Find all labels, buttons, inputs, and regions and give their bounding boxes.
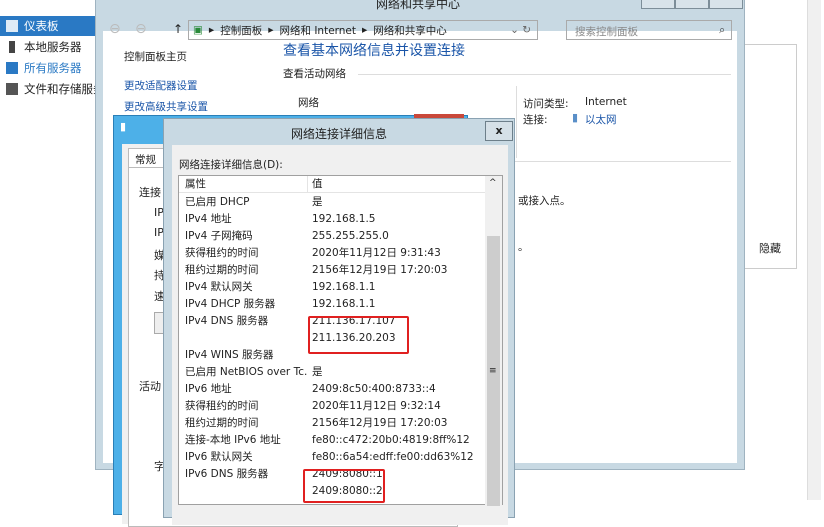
divider bbox=[516, 86, 517, 158]
value-cell: 255.255.255.0 bbox=[312, 230, 389, 242]
servers-icon bbox=[6, 62, 18, 74]
connection-label: 连接: bbox=[523, 114, 548, 126]
property-cell: 获得租约的时间 bbox=[185, 400, 259, 412]
scroll-up-icon[interactable]: ^ bbox=[489, 178, 497, 188]
nav-home[interactable]: 控制面板主页 bbox=[124, 49, 187, 64]
page-heading: 查看基本网络信息并设置连接 bbox=[283, 43, 465, 59]
breadcrumb-item[interactable]: 控制面板 bbox=[220, 23, 262, 38]
property-cell: 租约过期的时间 bbox=[185, 417, 259, 429]
sidebar-item-all-servers[interactable]: 所有服务器 bbox=[0, 58, 95, 78]
value-cell: fe80::c472:20b0:4819:8ff%12 bbox=[312, 434, 470, 446]
column-header-property[interactable]: 属性 bbox=[185, 176, 206, 193]
access-type-label: 访问类型: bbox=[523, 98, 569, 110]
list-row[interactable]: 已启用 NetBIOS over Tc... 是 bbox=[185, 364, 485, 381]
section-connection: 连接 bbox=[139, 186, 161, 199]
value-cell: fe80::6a54:edff:fe00:dd63%12 bbox=[312, 451, 474, 463]
minimize-button[interactable] bbox=[641, 0, 675, 9]
list-row[interactable]: 连接-本地 IPv6 地址 fe80::c472:20b0:4819:8ff%12 bbox=[185, 432, 485, 449]
partial-text: 。 bbox=[518, 241, 529, 253]
value-cell: 2020年11月12日 9:31:43 bbox=[312, 247, 441, 259]
dashboard-icon bbox=[6, 20, 18, 32]
property-cell: 连接-本地 IPv6 地址 bbox=[185, 434, 281, 446]
search-input[interactable]: 搜索控制面板 ⌕ bbox=[566, 20, 732, 40]
property-cell: 获得租约的时间 bbox=[185, 247, 259, 259]
sidebar-item-file-storage[interactable]: 文件和存储服务 bbox=[0, 79, 95, 99]
storage-icon bbox=[6, 83, 18, 95]
value-cell: 192.168.1.1 bbox=[312, 298, 376, 310]
list-row[interactable]: 租约过期的时间 2156年12月19日 17:20:03 bbox=[185, 415, 485, 432]
property-cell: IPv4 子网掩码 bbox=[185, 230, 253, 242]
close-button[interactable] bbox=[709, 0, 743, 9]
list-row[interactable]: IPv4 默认网关 192.168.1.1 bbox=[185, 279, 485, 296]
property-cell: IPv4 地址 bbox=[185, 213, 232, 225]
value-cell: 192.168.1.5 bbox=[312, 213, 376, 225]
list-row[interactable]: IPv6 默认网关 fe80::6a54:edff:fe00:dd63%12 bbox=[185, 449, 485, 466]
nav-adapter-settings[interactable]: 更改适配器设置 bbox=[124, 78, 198, 93]
value-cell: 2409:8c50:400:8733::4 bbox=[312, 383, 436, 395]
property-cell: IPv6 地址 bbox=[185, 383, 232, 395]
scrollbar-thumb[interactable]: ≡ bbox=[487, 236, 500, 506]
breadcrumb-item[interactable]: 网络和共享中心 bbox=[373, 23, 447, 38]
list-row[interactable]: IPv6 地址 2409:8c50:400:8733::4 bbox=[185, 381, 485, 398]
value-cell: 是 bbox=[312, 366, 323, 378]
maximize-button[interactable] bbox=[675, 0, 709, 9]
dialog-title: 网络连接详细信息 bbox=[291, 127, 388, 141]
nav-advanced-sharing[interactable]: 更改高级共享设置 bbox=[124, 99, 208, 114]
scrollbar[interactable] bbox=[807, 0, 821, 500]
forward-icon[interactable]: ⊖ bbox=[135, 21, 147, 37]
up-arrow-icon[interactable]: ↑ bbox=[173, 22, 183, 36]
hide-link[interactable]: 隐藏 bbox=[759, 240, 781, 256]
property-cell: IPv4 默认网关 bbox=[185, 281, 253, 293]
back-icon[interactable]: ⊖ bbox=[109, 21, 121, 37]
section-activity: 活动 bbox=[139, 380, 161, 393]
network-icon: ▣ bbox=[193, 24, 203, 36]
server-manager-sidebar: 仪表板 本地服务器 所有服务器 文件和存储服务 bbox=[0, 0, 95, 500]
ethernet-icon: ▮ bbox=[572, 111, 579, 124]
value-cell: 是 bbox=[312, 196, 323, 208]
column-header-value[interactable]: 值 bbox=[312, 176, 323, 193]
property-cell: IPv6 DNS 服务器 bbox=[185, 468, 269, 480]
partial-text: 或接入点。 bbox=[518, 195, 571, 207]
property-cell: 已启用 NetBIOS over Tc... bbox=[185, 366, 307, 378]
property-cell: IPv6 默认网关 bbox=[185, 451, 253, 463]
search-icon: ⌕ bbox=[719, 24, 725, 36]
list-row[interactable]: 获得租约的时间 2020年11月12日 9:31:43 bbox=[185, 245, 485, 262]
highlight-ipv4-dns bbox=[308, 316, 409, 354]
list-label: 网络连接详细信息(D): bbox=[179, 159, 283, 171]
window-title: 网络和共享中心 bbox=[376, 0, 461, 11]
list-row[interactable]: IPv4 DHCP 服务器 192.168.1.1 bbox=[185, 296, 485, 313]
refresh-icon[interactable]: ⌄ ↻ bbox=[510, 24, 537, 36]
dialog-icon: ▮ bbox=[120, 120, 127, 133]
property-cell: IPv4 DNS 服务器 bbox=[185, 315, 269, 327]
close-button[interactable]: x bbox=[485, 121, 513, 141]
sidebar-item-dashboard[interactable]: 仪表板 bbox=[0, 16, 95, 36]
value-cell: 2156年12月19日 17:20:03 bbox=[312, 417, 448, 429]
property-cell: 租约过期的时间 bbox=[185, 264, 259, 276]
list-row[interactable]: IPv4 子网掩码 255.255.255.0 bbox=[185, 228, 485, 245]
property-cell: IPv4 DHCP 服务器 bbox=[185, 298, 276, 310]
access-type-value: Internet bbox=[585, 96, 627, 108]
tile-panel: 隐藏 bbox=[745, 44, 797, 269]
server-manager-right: 隐藏 bbox=[745, 0, 824, 500]
server-icon bbox=[9, 41, 15, 53]
list-header: 属性 值 bbox=[179, 176, 485, 193]
highlight-ipv6-dns bbox=[303, 469, 385, 503]
property-cell: IPv4 WINS 服务器 bbox=[185, 349, 274, 361]
address-bar[interactable]: ▣ ▸ 控制面板 ▸ 网络和 Internet ▸ 网络和共享中心 ⌄ ↻ bbox=[188, 20, 538, 40]
value-cell: 192.168.1.1 bbox=[312, 281, 376, 293]
list-row[interactable]: 已启用 DHCP 是 bbox=[185, 194, 485, 211]
network-name: 网络 bbox=[298, 97, 319, 109]
property-cell: 已启用 DHCP bbox=[185, 196, 250, 208]
list-row[interactable]: 获得租约的时间 2020年11月12日 9:32:14 bbox=[185, 398, 485, 415]
scrollbar[interactable]: ^ ≡ bbox=[485, 176, 502, 506]
sidebar-item-local-server[interactable]: 本地服务器 bbox=[0, 37, 95, 57]
ethernet-link[interactable]: 以太网 bbox=[585, 112, 617, 127]
value-cell: 2020年11月12日 9:32:14 bbox=[312, 400, 441, 412]
breadcrumb-item[interactable]: 网络和 Internet bbox=[279, 23, 356, 38]
list-row[interactable]: IPv4 地址 192.168.1.5 bbox=[185, 211, 485, 228]
value-cell: 2156年12月19日 17:20:03 bbox=[312, 264, 448, 276]
divider bbox=[358, 74, 731, 75]
section-label: 查看活动网络 bbox=[283, 68, 346, 80]
list-row[interactable]: 租约过期的时间 2156年12月19日 17:20:03 bbox=[185, 262, 485, 279]
